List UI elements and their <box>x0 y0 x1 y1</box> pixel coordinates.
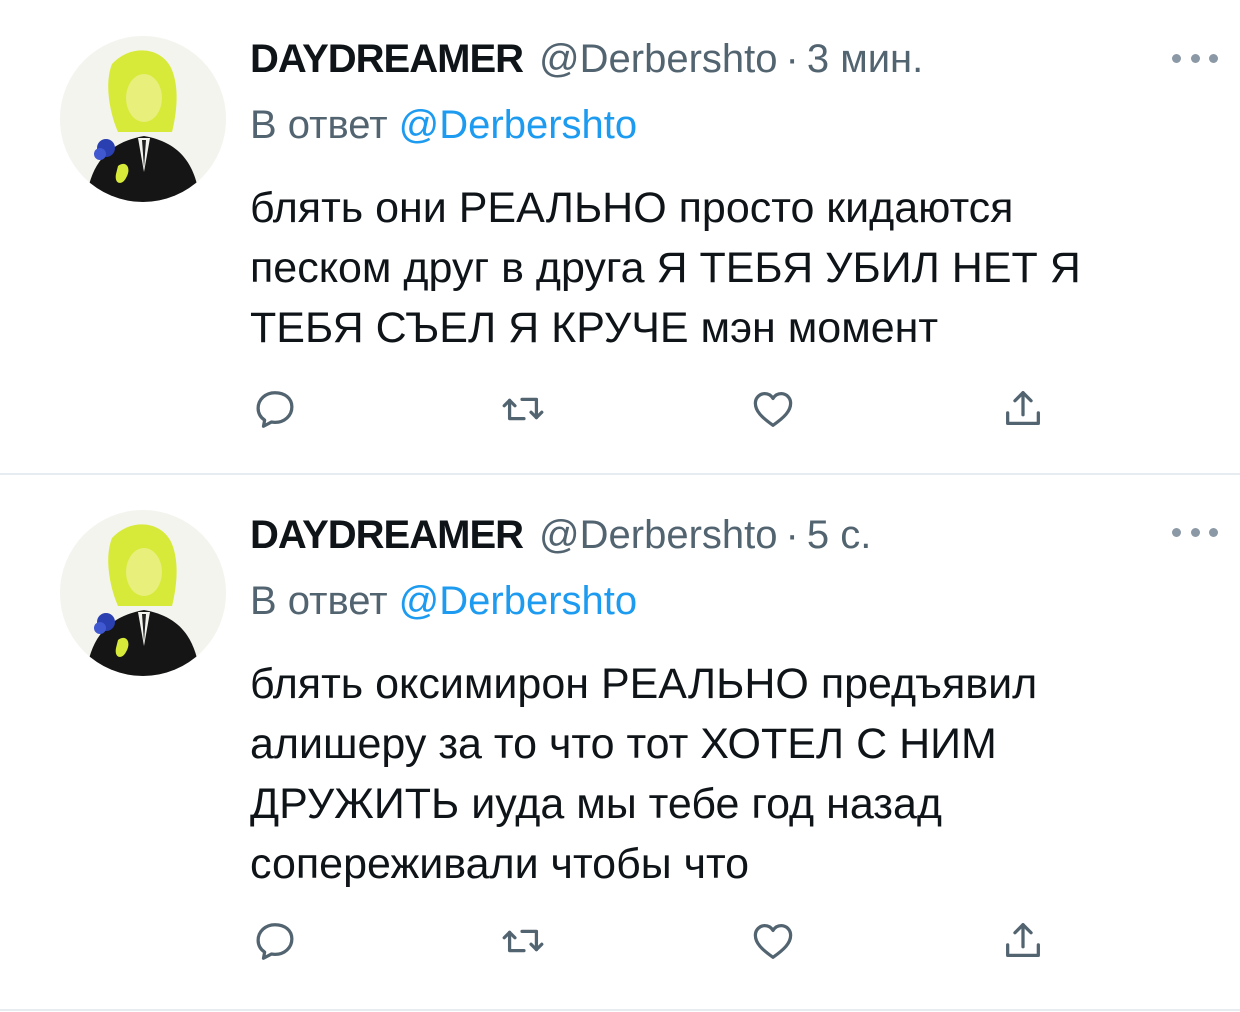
more-options-icon[interactable] <box>1172 522 1218 542</box>
like-button[interactable] <box>748 384 798 434</box>
separator-dot: · <box>785 37 799 81</box>
timestamp[interactable]: 5 с. <box>807 510 871 560</box>
tweet-1[interactable]: DAYDREAMER @Derbershto · 3 мин. В ответ … <box>0 0 1240 474</box>
more-dot <box>1190 53 1200 63</box>
reply-button[interactable] <box>250 916 300 966</box>
share-button[interactable] <box>998 384 1048 434</box>
tweet-text: блять они РЕАЛЬНО просто кидаются песком… <box>250 184 1081 352</box>
separator-dot: · <box>785 513 799 557</box>
tweet-actions <box>250 384 1070 434</box>
display-name[interactable]: DAYDREAMER <box>250 34 524 84</box>
reply-prefix: В ответ <box>250 579 388 623</box>
avatar-image <box>60 36 226 202</box>
share-icon <box>1006 391 1040 426</box>
reply-icon <box>256 923 294 960</box>
like-button[interactable] <box>748 916 798 966</box>
tweet-divider-bottom <box>0 1009 1240 1011</box>
reply-icon <box>256 391 294 428</box>
reply-context: В ответ @Derbershto <box>250 576 637 626</box>
more-dot <box>1172 53 1181 63</box>
reply-context: В ответ @Derbershto <box>250 100 637 150</box>
reply-mention-link[interactable]: @Derbershto <box>399 579 637 623</box>
tweet-2[interactable]: DAYDREAMER @Derbershto · 5 с. В ответ @D… <box>0 476 1240 1012</box>
more-dot <box>1209 527 1218 537</box>
reply-button[interactable] <box>250 384 300 434</box>
user-handle[interactable]: @Derbershto <box>539 510 777 560</box>
tweet-text: блять оксимирон РЕАЛЬНО предъявил алишер… <box>250 660 1038 888</box>
retweet-button[interactable] <box>498 384 548 434</box>
tweet-header: DAYDREAMER @Derbershto · 3 мин. <box>250 34 923 84</box>
tweet-actions <box>250 916 1070 966</box>
more-dot <box>1172 527 1181 537</box>
more-dot <box>1209 53 1218 63</box>
timestamp[interactable]: 3 мин. <box>807 34 923 84</box>
like-icon <box>753 924 793 959</box>
display-name[interactable]: DAYDREAMER <box>250 510 524 560</box>
avatar[interactable] <box>60 510 226 676</box>
like-icon <box>753 392 793 427</box>
retweet-icon <box>502 397 544 421</box>
retweet-button[interactable] <box>498 916 548 966</box>
more-dot <box>1190 527 1200 537</box>
tweet-header: DAYDREAMER @Derbershto · 5 с. <box>250 510 871 560</box>
user-handle[interactable]: @Derbershto <box>539 34 777 84</box>
avatar[interactable] <box>60 36 226 202</box>
reply-mention-link[interactable]: @Derbershto <box>399 103 637 147</box>
more-options-icon[interactable] <box>1172 48 1218 68</box>
avatar-image <box>60 510 226 676</box>
share-button[interactable] <box>998 916 1048 966</box>
share-icon <box>1006 923 1040 958</box>
tweet-divider <box>0 473 1240 475</box>
retweet-icon <box>502 929 544 953</box>
reply-prefix: В ответ <box>250 103 388 147</box>
